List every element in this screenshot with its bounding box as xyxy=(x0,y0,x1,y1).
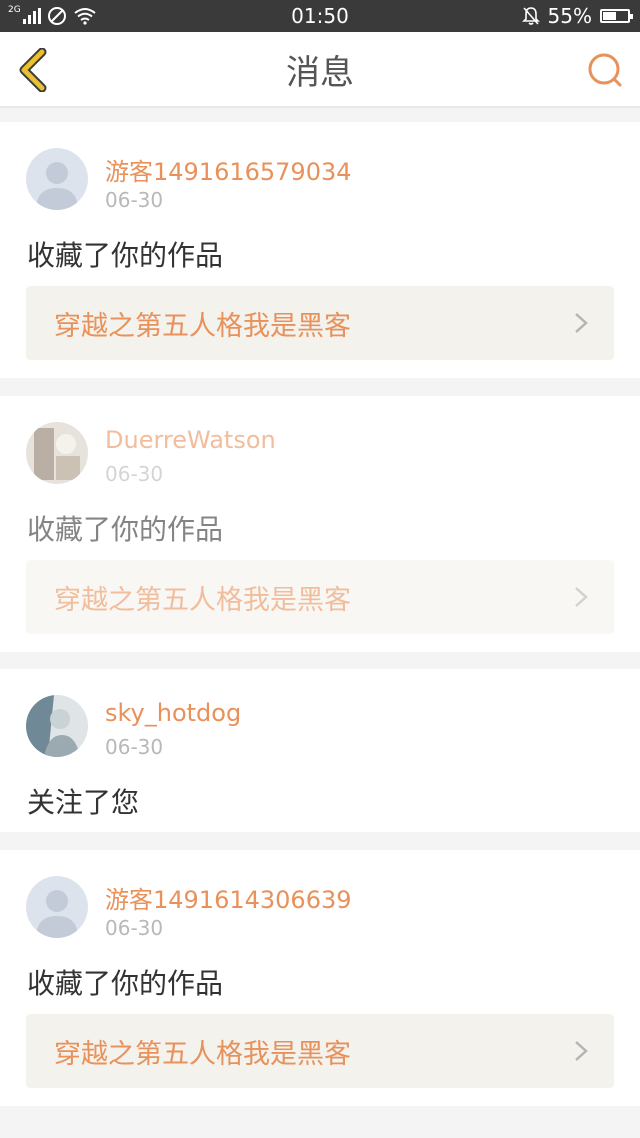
page-title: 消息 xyxy=(286,52,354,93)
message-action: 收藏了你的作品 xyxy=(27,513,224,546)
work-link[interactable]: 穿越之第五人格我是黑客 xyxy=(26,560,614,634)
message-action: 关注了您 xyxy=(27,786,140,819)
work-link[interactable]: 穿越之第五人格我是黑客 xyxy=(26,1014,614,1088)
chevron-right-icon xyxy=(575,1041,588,1061)
message-card[interactable]: 游客1491614306639 06-30 收藏了你的作品 穿越之第五人格我是黑… xyxy=(0,850,640,1106)
photo-avatar-icon xyxy=(26,422,88,484)
chevron-right-icon xyxy=(575,313,588,333)
message-date: 06-30 xyxy=(105,188,164,212)
avatar[interactable] xyxy=(26,148,88,210)
avatar[interactable] xyxy=(26,422,88,484)
search-icon xyxy=(588,53,622,87)
message-action: 收藏了你的作品 xyxy=(27,239,224,272)
photo-avatar-icon xyxy=(26,695,88,757)
work-title: 穿越之第五人格我是黑客 xyxy=(54,584,351,616)
message-date: 06-30 xyxy=(105,462,164,486)
username[interactable]: 游客1491616579034 xyxy=(105,152,352,187)
battery-icon xyxy=(600,9,633,23)
chevron-right-icon xyxy=(575,587,588,607)
message-action: 收藏了你的作品 xyxy=(27,967,224,1000)
message-date: 06-30 xyxy=(105,916,164,940)
search-button[interactable] xyxy=(586,51,624,89)
bell-muted-icon xyxy=(521,7,540,25)
avatar[interactable] xyxy=(26,695,88,757)
battery-percent: 55% xyxy=(547,4,592,28)
nav-bar: 消息 xyxy=(0,32,640,108)
default-avatar-icon xyxy=(26,148,88,210)
status-right-icons: 55% xyxy=(521,0,633,32)
work-title: 穿越之第五人格我是黑客 xyxy=(54,310,351,342)
message-card[interactable]: 游客1491616579034 06-30 收藏了你的作品 穿越之第五人格我是黑… xyxy=(0,122,640,378)
username[interactable]: DuerreWatson xyxy=(105,426,276,454)
message-card[interactable]: DuerreWatson 06-30 收藏了你的作品 穿越之第五人格我是黑客 xyxy=(0,396,640,652)
status-bar: 2G 01:50 55% xyxy=(0,0,640,32)
work-title: 穿越之第五人格我是黑客 xyxy=(54,1038,351,1070)
work-link[interactable]: 穿越之第五人格我是黑客 xyxy=(26,286,614,360)
default-avatar-icon xyxy=(26,876,88,938)
message-date: 06-30 xyxy=(105,735,164,759)
username[interactable]: sky_hotdog xyxy=(105,699,241,727)
avatar[interactable] xyxy=(26,876,88,938)
username[interactable]: 游客1491614306639 xyxy=(105,880,352,915)
message-card[interactable]: sky_hotdog 06-30 关注了您 xyxy=(0,669,640,832)
